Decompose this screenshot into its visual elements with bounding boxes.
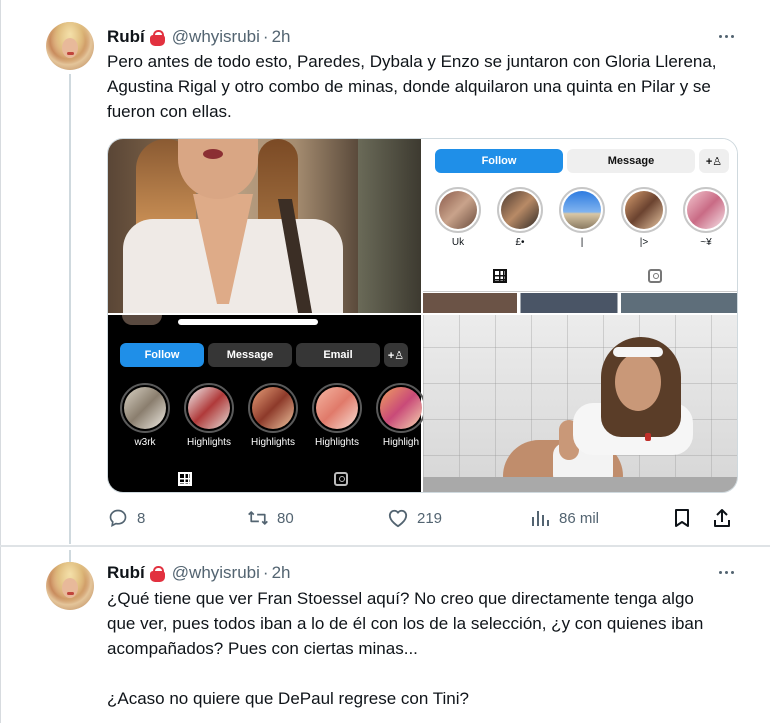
media-screenshot-light[interactable]: Follow Message +♙ Uk £• | |> ~¥ (423, 139, 737, 313)
grid-icon (493, 269, 507, 283)
more-icon[interactable] (714, 26, 738, 46)
reply-icon (107, 507, 129, 529)
add-person-icon: +♙ (699, 149, 729, 173)
like-button[interactable]: 219 (387, 505, 442, 531)
share-icon (711, 507, 733, 529)
highlight-label: w3rk (134, 437, 156, 448)
bookmark-button[interactable] (671, 505, 701, 531)
tweet[interactable]: Rubí @whyisrubi · 2h ¿Qué tiene que ver … (0, 548, 770, 723)
handbag-emoji-icon (149, 29, 166, 46)
retweet-button[interactable]: 80 (247, 505, 294, 531)
highlight: Highlights (184, 383, 234, 448)
highlight: |> (621, 187, 667, 248)
separator-dot: · (262, 563, 269, 582)
highlight-label: £• (515, 237, 525, 248)
posts-preview (423, 293, 737, 313)
like-count: 219 (417, 509, 443, 527)
grid-icon (178, 472, 192, 486)
tweet-divider (0, 545, 770, 547)
highlight: | (559, 187, 605, 248)
author-handle[interactable]: @whyisrubi (172, 27, 260, 47)
highlight-label: Highlights (187, 437, 231, 448)
highlight-label: Highligh (382, 437, 420, 448)
views-icon (529, 507, 551, 529)
author-name[interactable]: Rubí (107, 27, 145, 47)
bookmark-icon (671, 507, 693, 529)
media-grid[interactable]: Follow Message +♙ Uk £• | |> ~¥ Follow M… (107, 138, 738, 493)
media-screenshot-dark[interactable]: Follow Message Email +♙ w3rk Highlights … (108, 315, 426, 492)
tagged-icon (648, 269, 662, 283)
tweet-header: Rubí @whyisrubi · 2h (107, 26, 291, 48)
thread-line (69, 74, 71, 544)
like-icon (387, 507, 409, 529)
avatar[interactable] (46, 22, 94, 70)
add-person-icon: +♙ (384, 343, 408, 367)
highlight: w3rk (120, 383, 170, 448)
views-button[interactable]: 86 mil (529, 505, 599, 531)
message-button: Message (567, 149, 695, 173)
media-photo-2[interactable] (423, 315, 737, 492)
tweet-header: Rubí @whyisrubi · 2h (107, 562, 291, 584)
media-photo-1[interactable] (108, 139, 421, 313)
highlight: ~¥ (683, 187, 729, 248)
reply-count: 8 (137, 509, 146, 527)
highlight-label: Highlights (315, 437, 359, 448)
highlight: Highligh (376, 383, 426, 448)
views-count: 86 mil (559, 509, 600, 527)
tweet-text: ¿Qué tiene que ver Fran Stoessel aquí? N… (107, 589, 704, 708)
highlight-label: |> (639, 237, 649, 248)
author-name[interactable]: Rubí (107, 563, 145, 583)
email-button: Email (296, 343, 380, 367)
more-icon[interactable] (714, 562, 738, 582)
highlight-label: ~¥ (700, 237, 712, 248)
message-button: Message (208, 343, 292, 367)
tweet-actions: 8 80 219 86 mil (107, 505, 737, 531)
tagged-icon (334, 472, 348, 486)
follow-button: Follow (120, 343, 204, 367)
highlight: Highlights (312, 383, 362, 448)
highlight: £• (497, 187, 543, 248)
author-handle[interactable]: @whyisrubi (172, 563, 260, 583)
reply-button[interactable]: 8 (107, 505, 145, 531)
highlight-label: Uk (451, 237, 465, 248)
tweet[interactable]: Rubí @whyisrubi · 2h Pero antes de todo … (0, 0, 770, 545)
highlight-label: | (580, 237, 584, 248)
highlight: Highlights (248, 383, 298, 448)
timestamp[interactable]: 2h (272, 563, 291, 583)
handbag-emoji-icon (149, 565, 166, 582)
highlight: Uk (435, 187, 481, 248)
avatar[interactable] (46, 562, 94, 610)
separator-dot: · (262, 27, 269, 46)
share-button[interactable] (711, 505, 741, 531)
highlight-label: Highlights (251, 437, 295, 448)
tweet-text: Pero antes de todo esto, Paredes, Dybala… (107, 52, 721, 121)
retweet-count: 80 (277, 509, 294, 527)
retweet-icon (247, 507, 269, 529)
timestamp[interactable]: 2h (272, 27, 291, 47)
follow-button: Follow (435, 149, 563, 173)
